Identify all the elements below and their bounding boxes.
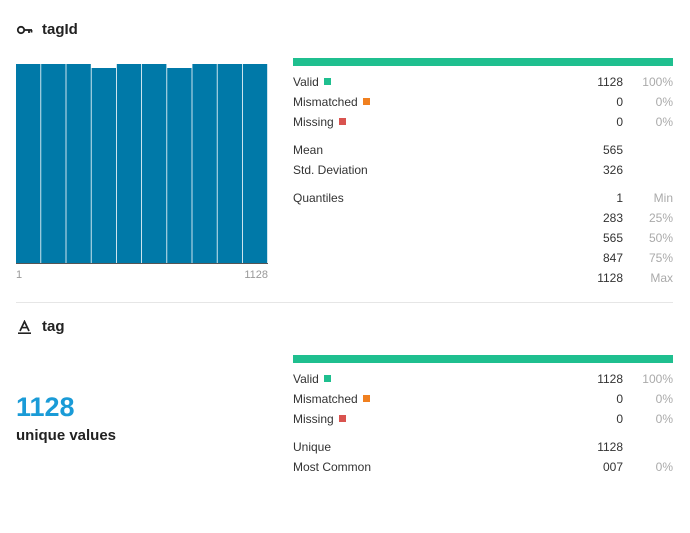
histogram-min-label: 1 <box>16 269 23 281</box>
quantile-value: 847 <box>602 251 623 265</box>
histogram-bar[interactable] <box>41 64 66 264</box>
valid-bar <box>293 355 673 363</box>
histogram-max-label: 1128 <box>244 269 268 281</box>
histogram-bar[interactable] <box>142 64 167 264</box>
valid-row: Valid 1128 100% <box>293 369 673 389</box>
missing-pct: 0% <box>655 412 673 426</box>
histogram-bar[interactable] <box>91 68 116 264</box>
most-common-value: 007 <box>602 460 623 474</box>
valid-row: Valid 1128 100% <box>293 72 673 92</box>
column-header-tag: tag <box>16 318 65 335</box>
unique-row: Unique 1128 <box>293 437 673 457</box>
missing-swatch <box>338 415 346 422</box>
mismatched-row: Mismatched 0 0% <box>293 92 673 112</box>
quantile-row: 283 25% <box>293 208 673 228</box>
histogram-bar[interactable] <box>217 64 242 264</box>
column-title: tag <box>42 318 65 335</box>
valid-value: 1128 <box>597 75 623 89</box>
valid-pct: 100% <box>642 372 673 386</box>
unique-label: Unique <box>293 440 332 454</box>
missing-pct: 0% <box>655 115 673 129</box>
text-type-icon <box>16 319 34 334</box>
valid-label: Valid <box>293 75 319 89</box>
histogram-bar[interactable] <box>116 64 142 264</box>
mismatched-label: Mismatched <box>293 392 358 406</box>
mismatched-swatch <box>362 98 370 105</box>
mean-row: Mean 565 <box>293 140 673 160</box>
quantiles-label: Quantiles <box>293 191 344 205</box>
histogram-bar[interactable] <box>167 68 192 264</box>
quantile-tag: 25% <box>648 211 673 225</box>
valid-pct: 100% <box>642 75 673 89</box>
missing-label: Missing <box>293 412 334 426</box>
mismatched-row: Mismatched 0 0% <box>293 389 673 409</box>
std-row: Std. Deviation 326 <box>293 160 673 180</box>
missing-row: Missing 0 0% <box>293 409 673 429</box>
quantile-tag: 75% <box>648 251 673 265</box>
missing-swatch <box>338 118 346 125</box>
stats-panel-tagid: Valid 1128 100% Mismatched 0 0% Missing … <box>293 58 673 288</box>
quantile-row: 565 50% <box>293 228 673 248</box>
section-divider <box>16 302 673 303</box>
valid-label: Valid <box>293 372 319 386</box>
valid-swatch <box>323 78 331 85</box>
missing-value: 0 <box>616 412 623 426</box>
quantile-tag: Min <box>653 191 673 205</box>
histogram-chart <box>16 64 268 264</box>
mean-label: Mean <box>293 143 324 157</box>
quantile-value: 565 <box>602 231 623 245</box>
unique-count-label: unique values <box>16 427 117 444</box>
stats-panel-tag: Valid 1128 100% Mismatched 0 0% Missing … <box>293 355 673 477</box>
unique-count: 1128 <box>16 392 75 422</box>
missing-value: 0 <box>616 115 623 129</box>
quantile-value: 1 <box>616 191 623 205</box>
quantile-row: 847 75% <box>293 248 673 268</box>
quantile-tag: 50% <box>648 231 673 245</box>
quantile-row: 1128 Max <box>293 268 673 288</box>
mismatched-pct: 0% <box>655 95 673 109</box>
missing-row: Missing 0 0% <box>293 112 673 132</box>
histogram-bar[interactable] <box>16 64 41 264</box>
most-common-label: Most Common <box>293 460 372 474</box>
valid-swatch <box>323 375 331 382</box>
std-label: Std. Deviation <box>293 163 368 177</box>
mean-value: 565 <box>602 143 623 157</box>
histogram-bar[interactable] <box>242 64 268 264</box>
quantile-value: 283 <box>602 211 623 225</box>
histogram <box>16 64 268 264</box>
quantile-row: Quantiles 1 Min <box>293 188 673 208</box>
missing-label: Missing <box>293 115 334 129</box>
mismatched-swatch <box>362 395 370 402</box>
mismatched-value: 0 <box>616 392 623 406</box>
histogram-axis: 1 1128 <box>16 269 268 281</box>
histogram-bar[interactable] <box>192 64 217 264</box>
key-icon <box>16 23 34 37</box>
mismatched-value: 0 <box>616 95 623 109</box>
column-title: tagId <box>42 21 78 38</box>
unique-value: 1128 <box>597 440 623 454</box>
quantile-value: 1128 <box>597 271 623 285</box>
histogram-bar[interactable] <box>66 64 91 264</box>
valid-bar <box>293 58 673 66</box>
quantile-tag: Max <box>650 271 673 285</box>
most-common-row: Most Common 007 0% <box>293 457 673 477</box>
most-common-pct: 0% <box>655 460 673 474</box>
std-value: 326 <box>602 163 623 177</box>
column-header-tagid: tagId <box>16 21 78 38</box>
valid-value: 1128 <box>597 372 623 386</box>
mismatched-pct: 0% <box>655 392 673 406</box>
mismatched-label: Mismatched <box>293 95 358 109</box>
